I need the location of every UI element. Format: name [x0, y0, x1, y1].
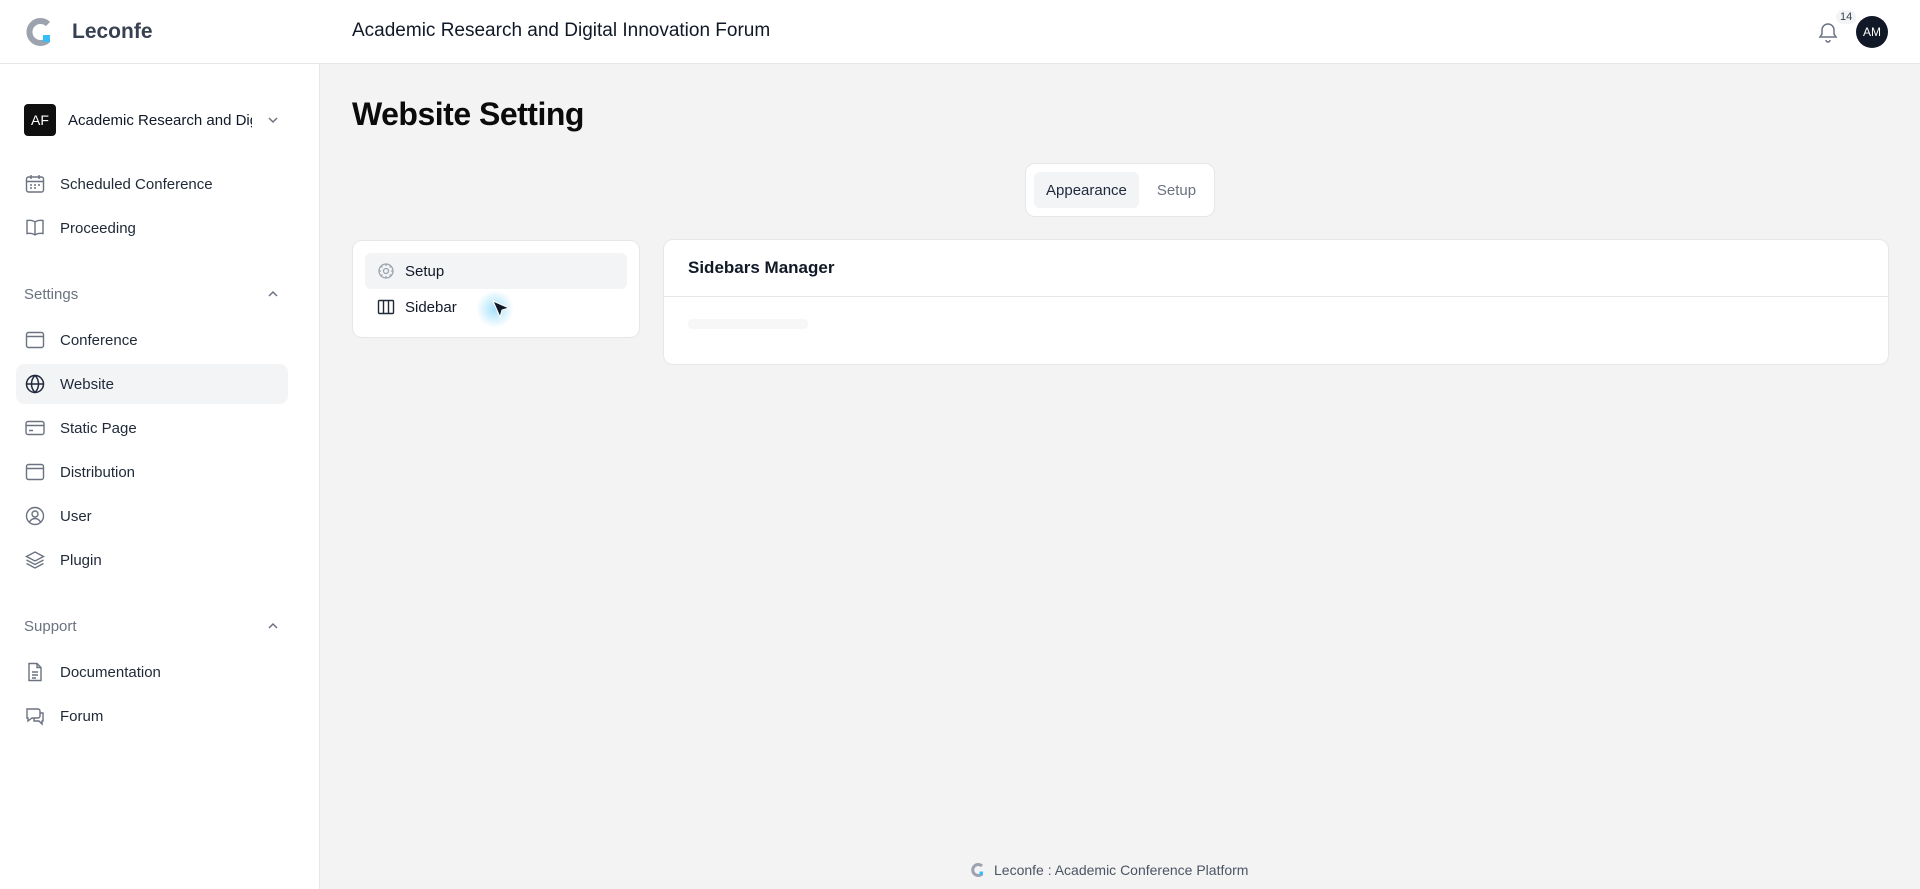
columns-icon	[377, 299, 395, 315]
sidebar-item-label: Forum	[60, 707, 104, 725]
user-avatar[interactable]: AM	[1856, 16, 1888, 48]
notification-badge: 14	[1836, 10, 1857, 24]
calendar-icon	[25, 175, 45, 193]
sidebar-item-user[interactable]: User	[16, 496, 288, 536]
chevron-up-icon	[268, 290, 278, 297]
tab-setup[interactable]: Setup	[1145, 172, 1208, 208]
footer: Leconfe : Academic Conference Platform	[970, 860, 1248, 880]
book-open-icon	[26, 219, 44, 236]
sub-nav-item-setup[interactable]: Setup	[365, 253, 627, 289]
globe-icon	[25, 374, 45, 394]
sidebar-item-label: Plugin	[60, 551, 102, 569]
leconfe-logo-icon	[26, 18, 51, 46]
sidebar-item-website[interactable]: Website	[16, 364, 288, 404]
brand[interactable]: Leconfe	[24, 16, 153, 48]
brand-name: Leconfe	[72, 20, 153, 43]
card-body	[664, 297, 1888, 351]
sidebar-item-label: Website	[60, 375, 114, 393]
sidebar-item-label: Proceeding	[60, 219, 136, 237]
sub-nav-label: Setup	[405, 262, 445, 280]
conference-badge: AF	[24, 104, 56, 136]
leconfe-logo-icon	[971, 863, 984, 877]
sidebar-item-label: Documentation	[60, 663, 161, 681]
sidebar-item-label: Scheduled Conference	[60, 175, 213, 193]
footer-text: Leconfe : Academic Conference Platform	[994, 862, 1249, 878]
chevron-up-icon	[268, 622, 278, 629]
card-header: Sidebars Manager	[664, 240, 1888, 297]
sidebar-item-conference[interactable]: Conference	[16, 320, 288, 360]
tab-appearance[interactable]: Appearance	[1034, 172, 1139, 208]
sidebar: AF Academic Research and Digital Innovat…	[0, 64, 320, 889]
sidebar-item-label: Distribution	[60, 463, 136, 481]
chat-bubbles-icon	[26, 708, 44, 726]
cog-icon	[378, 263, 394, 279]
card-icon	[25, 420, 45, 436]
header-title: Academic Research and Digital Innovation…	[352, 20, 771, 41]
support-group-header[interactable]: Support	[24, 614, 280, 638]
settings-tabs: Appearance Setup	[1025, 163, 1215, 217]
sidebar-item-forum[interactable]: Forum	[16, 696, 288, 736]
document-icon	[28, 662, 42, 682]
window-icon	[25, 463, 45, 481]
settings-group-header[interactable]: Settings	[24, 282, 280, 306]
bell-icon[interactable]	[1816, 20, 1840, 44]
sidebar-item-label: User	[60, 507, 92, 525]
loading-placeholder	[688, 319, 808, 329]
group-label: Settings	[24, 285, 79, 303]
conference-switcher[interactable]: AF Academic Research and Digital Innovat…	[24, 104, 284, 136]
conference-name: Academic Research and Digital Innovation…	[68, 111, 252, 129]
sidebar-item-scheduled-conference[interactable]: Scheduled Conference	[16, 164, 288, 204]
browser-window-icon	[25, 331, 45, 349]
sidebar-item-label: Static Page	[60, 419, 137, 437]
top-bar: Leconfe Academic Research and Digital In…	[0, 0, 1920, 64]
sidebars-manager-card: Sidebars Manager	[663, 239, 1889, 365]
user-circle-icon	[25, 506, 45, 526]
sidebar-item-proceeding[interactable]: Proceeding	[16, 208, 288, 248]
sub-nav-label: Sidebar	[405, 298, 457, 316]
card-title: Sidebars Manager	[688, 258, 835, 277]
mouse-cursor-icon	[492, 300, 511, 319]
layers-icon	[25, 551, 45, 569]
group-label: Support	[24, 617, 77, 635]
chevron-down-icon	[268, 117, 278, 124]
sidebar-item-label: Conference	[60, 331, 138, 349]
sidebar-item-static-page[interactable]: Static Page	[16, 408, 288, 448]
sidebar-item-distribution[interactable]: Distribution	[16, 452, 288, 492]
sidebar-item-plugin[interactable]: Plugin	[16, 540, 288, 580]
page-title: Website Setting	[352, 96, 584, 132]
sidebar-item-documentation[interactable]: Documentation	[16, 652, 288, 692]
